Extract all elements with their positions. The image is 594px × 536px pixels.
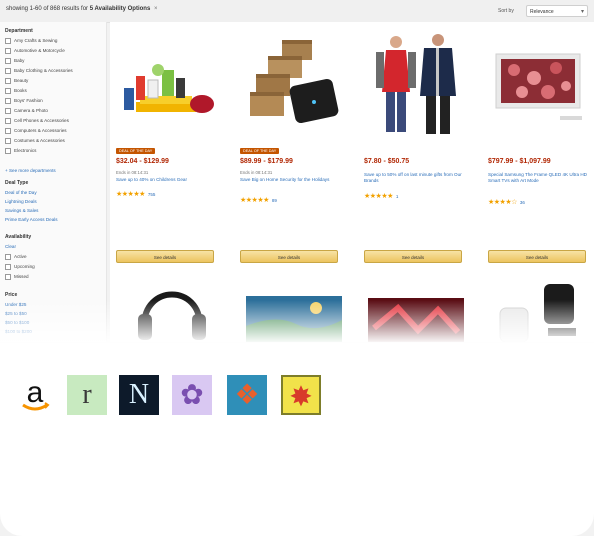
- filter-sidebar: Department + See more departments Deal T…: [0, 22, 107, 342]
- deal-type-heading: Deal Type: [5, 180, 29, 186]
- results-count: showing 1-60 of 868 results for 5 Availa…: [6, 6, 158, 12]
- availability-heading: Availability: [5, 234, 32, 240]
- department-item[interactable]: Beauty: [5, 78, 28, 84]
- deal-badge: DEAL OF THE DAY: [116, 148, 156, 154]
- svg-text:a: a: [27, 376, 44, 409]
- department-item[interactable]: Boys' Fashion: [5, 98, 43, 104]
- chevron-down-icon: ▾: [580, 9, 584, 15]
- sort-label: Sort by: [498, 8, 514, 14]
- n-app-icon[interactable]: N: [119, 375, 159, 415]
- checkbox-icon[interactable]: [5, 118, 11, 124]
- app-tray: a r N ✿ ❖ ✸: [0, 344, 594, 536]
- department-item[interactable]: Electronics: [5, 148, 36, 154]
- product-card[interactable]: $7.80 - $50.75 Save up to 50% off on las…: [358, 22, 478, 272]
- rating-stars[interactable]: ★★★★★ 755: [116, 190, 155, 198]
- department-item[interactable]: Automotive & Motorcycle: [5, 48, 65, 54]
- product-card[interactable]: DEAL OF THE DAY $89.99 - $179.99 Ends in…: [234, 22, 354, 272]
- deal-type-prime-early[interactable]: Prime Early Access Deals: [5, 217, 58, 222]
- checkbox-icon[interactable]: [5, 128, 11, 134]
- amazon-app-icon[interactable]: a: [15, 375, 55, 415]
- checkbox-icon[interactable]: [5, 254, 11, 260]
- product-timer: Ends in 08:14:31: [116, 170, 149, 175]
- product-timer: Ends in 08:14:31: [240, 170, 273, 175]
- product-price: $7.80 - $50.75: [364, 158, 410, 165]
- starburst-app-icon[interactable]: ✸: [281, 375, 321, 415]
- r-app-icon[interactable]: r: [67, 375, 107, 415]
- department-item[interactable]: Amy Crafts & Sewing: [5, 38, 57, 44]
- cluster-app-icon[interactable]: ❖: [227, 375, 267, 415]
- availability-missed[interactable]: Missed: [5, 274, 29, 280]
- checkbox-icon[interactable]: [5, 48, 11, 54]
- department-item[interactable]: Cell Phones & Accessories: [5, 118, 69, 124]
- checkbox-icon[interactable]: [5, 38, 11, 44]
- product-title[interactable]: Save up to 50% off on last minute gifts …: [364, 172, 476, 184]
- deal-type-deal-of-the-day[interactable]: Deal of the Day: [5, 190, 37, 195]
- price-heading: Price: [5, 292, 18, 298]
- see-details-button[interactable]: See details: [240, 250, 338, 263]
- checkbox-icon[interactable]: [5, 68, 11, 74]
- rating-stars[interactable]: ★★★★★ 89: [240, 196, 277, 204]
- checkbox-icon[interactable]: [5, 138, 11, 144]
- rating-stars[interactable]: ★★★★★ 1: [364, 192, 398, 200]
- checkbox-icon[interactable]: [5, 274, 11, 280]
- availability-upcoming[interactable]: Upcoming: [5, 264, 35, 270]
- checkbox-icon[interactable]: [5, 78, 11, 84]
- product-price: $32.04 - $129.99: [116, 158, 169, 165]
- checkbox-icon[interactable]: [5, 148, 11, 154]
- availability-clear[interactable]: Clear: [5, 244, 16, 249]
- product-title[interactable]: Save Big on Home Security for the Holida…: [240, 177, 352, 183]
- product-card[interactable]: DEAL OF THE DAY $32.04 - $129.99 Ends in…: [110, 22, 230, 272]
- department-item[interactable]: Costumes & Accessories: [5, 138, 65, 144]
- deal-type-savings[interactable]: Savings & Sales: [5, 208, 38, 213]
- results-header: showing 1-60 of 868 results for 5 Availa…: [0, 0, 594, 23]
- checkbox-icon[interactable]: [5, 108, 11, 114]
- product-image[interactable]: [368, 32, 468, 142]
- see-more-departments[interactable]: + See more departments: [5, 168, 56, 173]
- deal-type-lightning[interactable]: Lightning Deals: [5, 199, 37, 204]
- availability-active[interactable]: Active: [5, 254, 27, 260]
- product-grid: DEAL OF THE DAY $32.04 - $129.99 Ends in…: [110, 22, 594, 342]
- see-details-button[interactable]: See details: [364, 250, 462, 263]
- product-price: $797.99 - $1,097.99: [488, 158, 551, 165]
- department-heading: Department: [5, 28, 33, 34]
- amazon-logo-icon: a: [22, 376, 50, 411]
- product-title[interactable]: Special Samsung The Frame QLED 4K Ultra …: [488, 172, 588, 184]
- checkbox-icon[interactable]: [5, 264, 11, 270]
- product-image[interactable]: [118, 50, 222, 130]
- product-title[interactable]: Save up to 40% on Childrens Gear: [116, 177, 228, 183]
- clear-filter-icon[interactable]: ×: [154, 6, 158, 12]
- checkbox-icon[interactable]: [5, 88, 11, 94]
- sort-dropdown[interactable]: Relevance ▾: [526, 5, 588, 17]
- see-details-button[interactable]: See details: [488, 250, 586, 263]
- product-image[interactable]: [242, 36, 346, 132]
- see-details-button[interactable]: See details: [116, 250, 214, 263]
- department-item[interactable]: Books: [5, 88, 27, 94]
- department-item[interactable]: Camera & Photo: [5, 108, 48, 114]
- content-fade: [0, 300, 594, 344]
- product-price: $89.99 - $179.99: [240, 158, 293, 165]
- lotus-app-icon[interactable]: ✿: [172, 375, 212, 415]
- department-item[interactable]: Baby Clothing & Accessories: [5, 68, 73, 74]
- department-item[interactable]: Computers & Accessories: [5, 128, 67, 134]
- rating-stars[interactable]: ★★★★☆ 36: [488, 198, 525, 206]
- deal-badge: DEAL OF THE DAY: [240, 148, 280, 154]
- product-card[interactable]: $797.99 - $1,097.99 Special Samsung The …: [482, 22, 594, 272]
- checkbox-icon[interactable]: [5, 98, 11, 104]
- product-image[interactable]: [488, 48, 588, 138]
- department-item[interactable]: Baby: [5, 58, 24, 64]
- checkbox-icon[interactable]: [5, 58, 11, 64]
